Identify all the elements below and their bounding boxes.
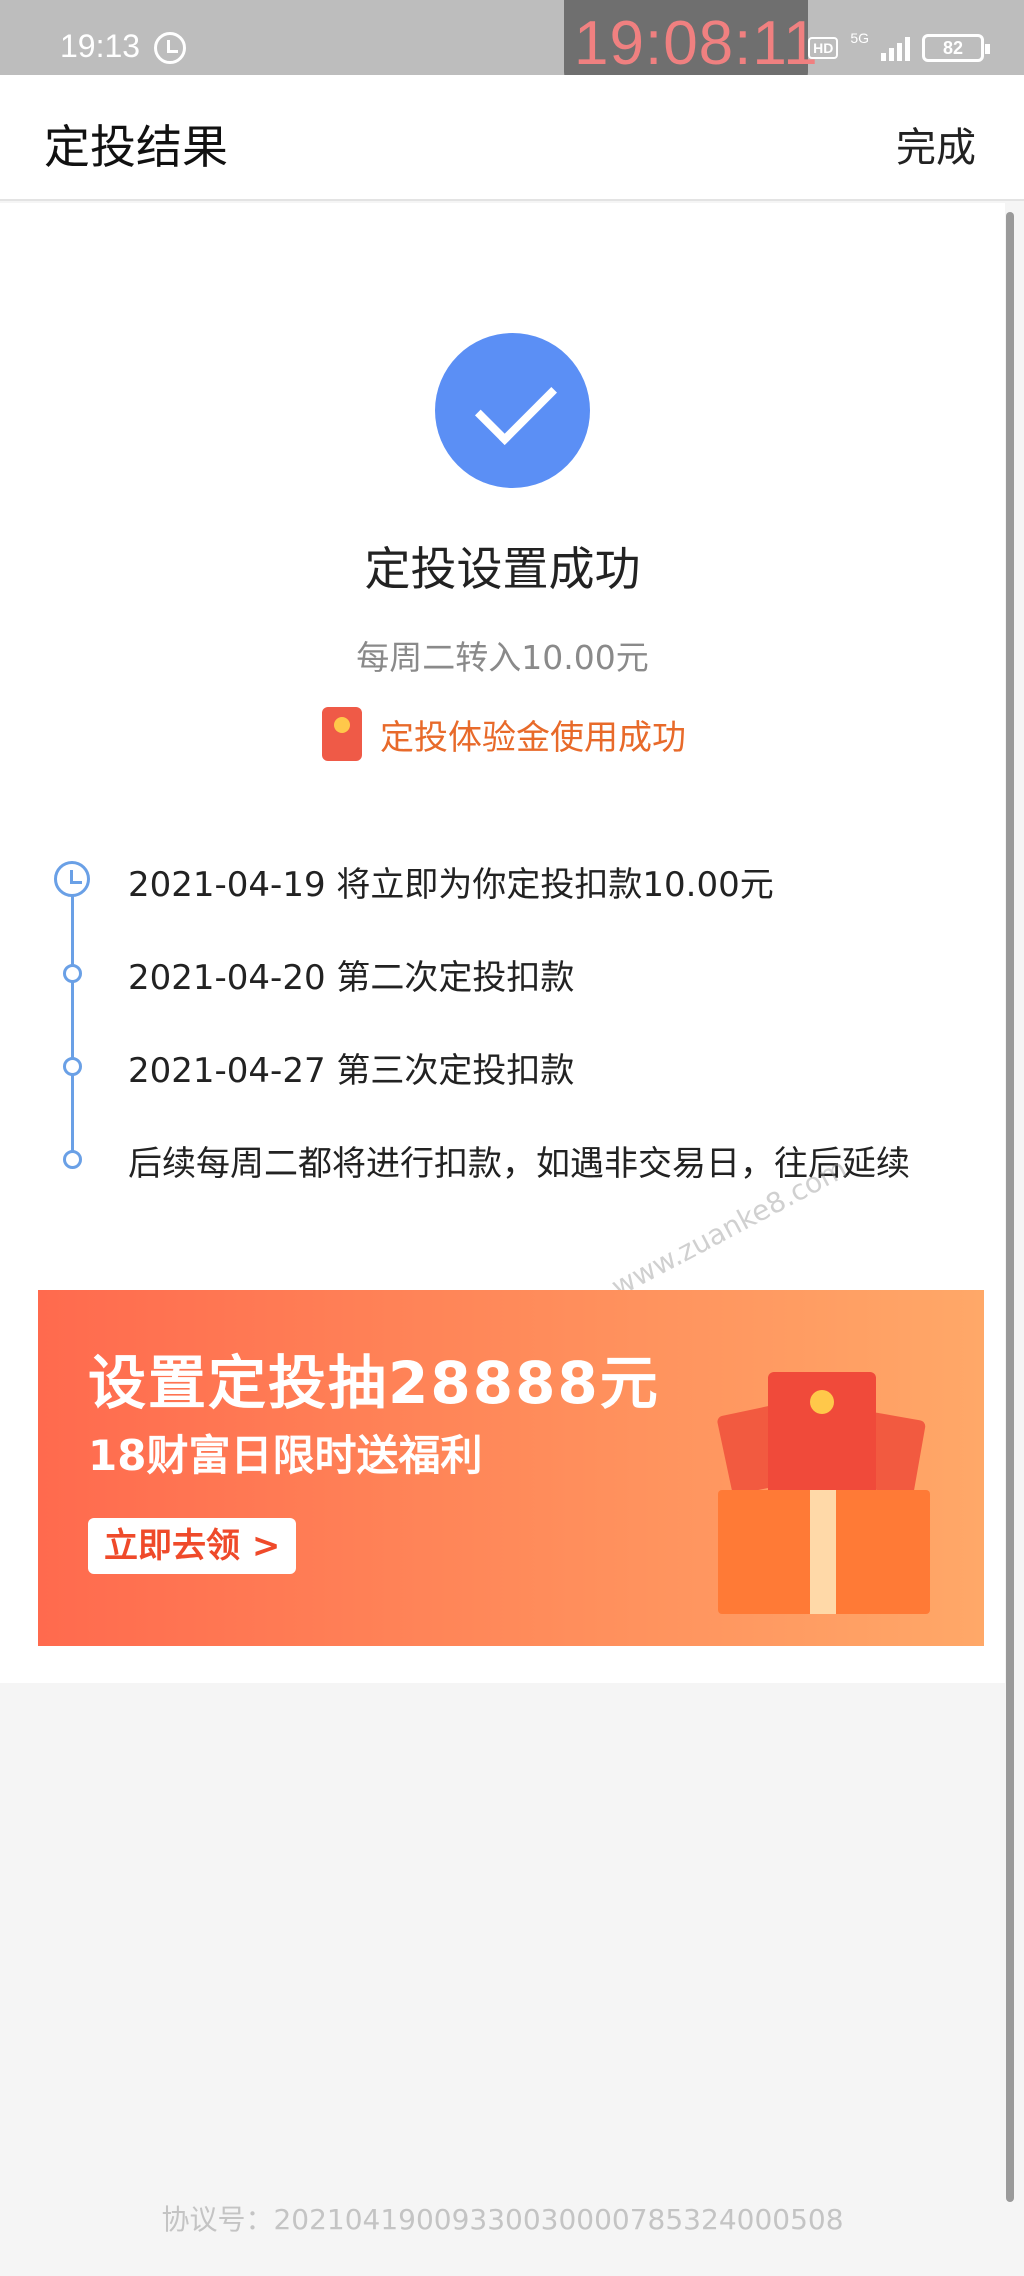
timeline-item: 2021-04-19 将立即为你定投扣款10.00元 (128, 865, 774, 905)
timeline-item: 2021-04-20 第二次定投扣款 (128, 958, 575, 998)
network-5g-label: 5G (850, 30, 869, 46)
timeline-dot (63, 964, 82, 983)
page-title: 定投结果 (44, 120, 228, 174)
coupon-text: 定投体验金使用成功 (380, 717, 686, 758)
check-icon (435, 333, 590, 488)
banner-title: 设置定投抽28888元 (88, 1349, 660, 1417)
red-envelope-icon (768, 1372, 876, 1498)
success-subtitle: 每周二转入10.00元 (356, 638, 649, 677)
gift-box-icon (718, 1490, 930, 1614)
status-time: 19:13 (60, 28, 141, 64)
nav-bar: 定投结果 完成 (0, 75, 1024, 201)
timeline-line (71, 878, 74, 1164)
signal-icon-2 (881, 35, 910, 61)
timeline-dot (63, 1150, 82, 1169)
scrollbar[interactable] (1006, 212, 1014, 2202)
claim-button[interactable]: 立即去领 > (88, 1518, 296, 1574)
promo-banner[interactable]: 设置定投抽28888元 18财富日限时送福利 立即去领 > (38, 1290, 984, 1646)
alarm-icon (154, 32, 186, 64)
status-bar: 19:13 HD 4G HD 5G 82 19:08:11 (0, 0, 1024, 88)
banner-subtitle: 18财富日限时送福利 (88, 1431, 483, 1480)
timeline-item: 2021-04-27 第三次定投扣款 (128, 1051, 575, 1091)
done-button[interactable]: 完成 (896, 115, 976, 173)
timeline-dot (63, 1057, 82, 1076)
agreement-number: 协议号：20210419009330030000785324000508 (161, 2203, 844, 2236)
success-title: 定投设置成功 (364, 542, 641, 596)
overlay-time: 19:08:11 (574, 9, 819, 78)
coupon-row: 定投体验金使用成功 (322, 707, 686, 761)
battery-icon: 82 (922, 34, 990, 62)
clock-icon (54, 861, 90, 897)
red-packet-icon (322, 707, 362, 761)
